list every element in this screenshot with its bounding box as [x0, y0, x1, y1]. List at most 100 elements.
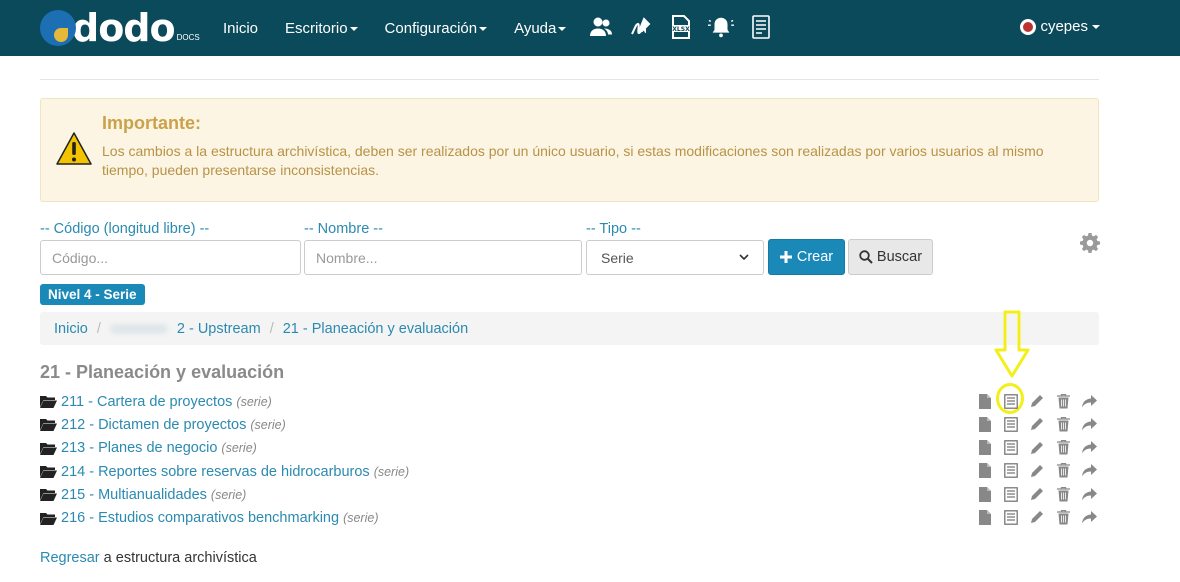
share-icon[interactable] — [1081, 393, 1097, 409]
xlsx-file-icon[interactable]: XLSX — [668, 14, 694, 40]
folder-open-icon — [40, 466, 57, 479]
code-input[interactable] — [40, 240, 301, 275]
share-icon[interactable] — [1081, 509, 1097, 525]
delete-icon[interactable] — [1055, 393, 1071, 409]
folder-open-icon — [40, 442, 57, 455]
edit-icon[interactable] — [1029, 486, 1045, 502]
users-icon[interactable] — [588, 14, 614, 40]
edit-icon[interactable] — [1029, 509, 1045, 525]
avatar-icon — [1020, 18, 1037, 35]
document-icon[interactable] — [977, 440, 993, 456]
list-item: 211 - Cartera de proyectos (serie) — [40, 390, 1099, 413]
delete-icon[interactable] — [1055, 463, 1071, 479]
list-item: 213 - Planes de negocio (serie) — [40, 437, 1099, 460]
top-navbar: dodo DOCS Inicio Escritorio Configuració… — [0, 0, 1180, 56]
item-type: (serie) — [236, 394, 272, 409]
delete-icon[interactable] — [1055, 509, 1071, 525]
item-type: (serie) — [250, 417, 286, 432]
row-actions — [977, 463, 1097, 479]
document-icon[interactable] — [977, 393, 993, 409]
create-button[interactable]: Crear — [768, 239, 845, 275]
share-icon[interactable] — [1081, 440, 1097, 456]
row-actions — [977, 509, 1097, 525]
row-actions — [977, 440, 1097, 456]
create-button-label: Crear — [796, 249, 834, 265]
breadcrumb-inicio[interactable]: Inicio — [54, 321, 88, 337]
document-icon[interactable] — [977, 486, 993, 502]
list-icon[interactable] — [1003, 416, 1019, 432]
item-label[interactable]: 215 - Multianualidades — [61, 487, 207, 503]
document-icon[interactable] — [977, 416, 993, 432]
list-icon[interactable] — [1003, 393, 1019, 409]
share-icon[interactable] — [1081, 486, 1097, 502]
list-item: 215 - Multianualidades (serie) — [40, 483, 1099, 506]
divider — [40, 79, 1099, 80]
breadcrumb-separator: / — [96, 320, 101, 337]
type-label: -- Tipo -- — [586, 221, 641, 237]
back-link[interactable]: Regresar — [40, 550, 100, 566]
item-label[interactable]: 212 - Dictamen de proyectos — [61, 417, 246, 433]
bell-icon[interactable] — [708, 14, 734, 40]
item-label[interactable]: 213 - Planes de negocio — [61, 440, 217, 456]
share-icon[interactable] — [1081, 463, 1097, 479]
delete-icon[interactable] — [1055, 486, 1071, 502]
nav-configuracion[interactable]: Configuración — [385, 20, 488, 37]
list-icon[interactable] — [1003, 440, 1019, 456]
warning-icon — [56, 132, 92, 165]
search-button-label: Buscar — [876, 249, 923, 265]
folder-open-icon — [40, 489, 57, 502]
folder-open-icon — [40, 512, 57, 525]
alert-message: Los cambios a la estructura archivística… — [102, 143, 1044, 178]
caret-down-icon — [479, 26, 488, 31]
list-icon[interactable] — [1003, 486, 1019, 502]
item-type: (serie) — [221, 441, 257, 456]
item-label[interactable]: 214 - Reportes sobre reservas de hidroca… — [61, 464, 370, 480]
dodo-bird-icon — [40, 10, 76, 46]
breadcrumb-separator: / — [269, 320, 274, 337]
nav-menu: Inicio Escritorio Configuración Ayuda — [223, 0, 593, 56]
svg-text:XLSX: XLSX — [672, 26, 690, 33]
list-icon[interactable] — [1003, 509, 1019, 525]
caret-down-icon — [558, 26, 567, 31]
brand-name: dodo — [72, 6, 176, 50]
edit-icon[interactable] — [1029, 463, 1045, 479]
highlight-arrow-icon — [994, 310, 1030, 378]
search-button[interactable]: Buscar — [848, 239, 933, 275]
name-input[interactable] — [304, 240, 582, 275]
delete-icon[interactable] — [1055, 416, 1071, 432]
breadcrumb-current[interactable]: 21 - Planeación y evaluación — [283, 321, 468, 337]
list-icon[interactable] — [1003, 463, 1019, 479]
warning-alert: Importante: Los cambios a la estructura … — [40, 98, 1099, 202]
edit-icon[interactable] — [1029, 440, 1045, 456]
list-item: 212 - Dictamen de proyectos (serie) — [40, 413, 1099, 436]
breadcrumb-blurred-item[interactable] — [109, 323, 168, 334]
type-select[interactable]: Serie — [586, 240, 764, 275]
breadcrumb: Inicio / 2 - Upstream / 21 - Planeación … — [40, 312, 1099, 345]
document-list-icon[interactable] — [748, 14, 774, 40]
item-label[interactable]: 216 - Estudios comparativos benchmarking — [61, 510, 339, 526]
signature-icon[interactable] — [628, 14, 654, 40]
nav-icon-bar: XLSX — [588, 14, 774, 40]
brand-logo[interactable]: dodo DOCS — [40, 8, 200, 48]
series-list: 211 - Cartera de proyectos (serie) 212 - D… — [40, 390, 1099, 530]
document-icon[interactable] — [977, 509, 993, 525]
username: cyepes — [1040, 18, 1088, 35]
nav-ayuda[interactable]: Ayuda — [514, 20, 567, 37]
item-type: (serie) — [343, 511, 379, 526]
share-icon[interactable] — [1081, 416, 1097, 432]
edit-icon[interactable] — [1029, 393, 1045, 409]
row-actions — [977, 393, 1097, 409]
nav-escritorio[interactable]: Escritorio — [285, 20, 358, 37]
list-item: 216 - Estudios comparativos benchmarking… — [40, 506, 1099, 529]
breadcrumb-upstream[interactable]: 2 - Upstream — [177, 321, 261, 337]
delete-icon[interactable] — [1055, 440, 1071, 456]
gear-icon[interactable] — [1080, 233, 1100, 253]
item-label[interactable]: 211 - Cartera de proyectos — [61, 394, 232, 410]
edit-icon[interactable] — [1029, 416, 1045, 432]
caret-down-icon — [1092, 24, 1100, 29]
user-menu[interactable]: cyepes — [1020, 18, 1100, 35]
code-label: -- Código (longitud libre) -- — [40, 221, 210, 237]
nav-inicio[interactable]: Inicio — [223, 20, 258, 37]
level-badge: Nivel 4 - Serie — [40, 284, 145, 305]
document-icon[interactable] — [977, 463, 993, 479]
